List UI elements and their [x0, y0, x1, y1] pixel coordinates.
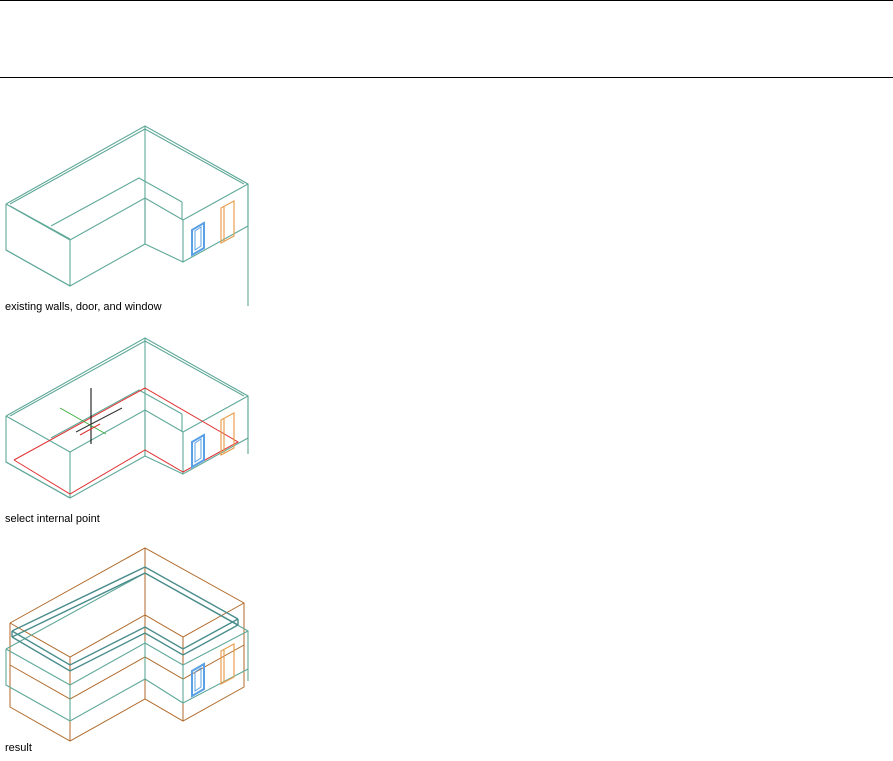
figure-existing: existing walls, door, and window [0, 120, 260, 320]
figure-result: result [0, 545, 260, 760]
walls [5, 572, 249, 722]
door [220, 642, 235, 686]
caption-select: select internal point [5, 513, 100, 525]
top-rule [0, 0, 893, 1]
cursor-crosshair-icon [59, 388, 123, 444]
window [191, 433, 205, 469]
bottom-rule [0, 77, 893, 78]
door [220, 411, 235, 457]
existing-walls-drawing [5, 125, 249, 306]
caption-result: result [5, 742, 32, 754]
door [220, 199, 235, 245]
walls [5, 125, 249, 306]
figure-select: select internal point [0, 332, 260, 532]
result-drawing [5, 547, 249, 742]
caption-existing: existing walls, door, and window [5, 301, 162, 313]
slab-outline [9, 547, 245, 742]
walls [5, 337, 249, 499]
window [191, 221, 205, 257]
roof-slab [11, 566, 239, 672]
select-point-drawing [5, 337, 249, 499]
